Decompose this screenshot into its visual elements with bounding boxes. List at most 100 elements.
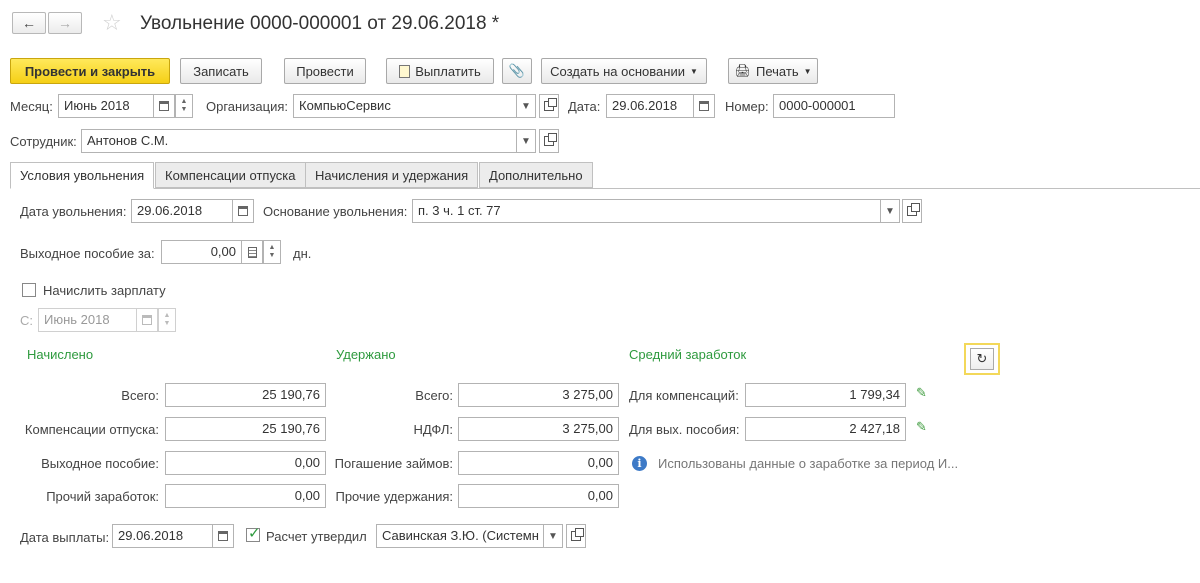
from-month-calendar-button[interactable]	[136, 308, 158, 332]
accrued-vacation-label: Компенсации отпуска:	[24, 422, 159, 437]
avg-severance-field[interactable]: 2 427,18	[745, 417, 906, 441]
withheld-total-field[interactable]: 3 275,00	[458, 383, 619, 407]
dismissal-date-calendar-button[interactable]	[232, 199, 254, 223]
accrued-vacation-field[interactable]: 25 190,76	[165, 417, 326, 441]
month-calendar-button[interactable]	[153, 94, 175, 118]
calculator-icon	[247, 246, 257, 258]
from-month-field[interactable]: Июнь 2018	[38, 308, 137, 332]
back-button[interactable]: ←	[12, 12, 46, 34]
create-based-on-button[interactable]: Создать на основании ▼	[541, 58, 707, 84]
dismissal-date-field[interactable]: 29.06.2018	[131, 199, 233, 223]
refresh-button[interactable]: ↻	[964, 343, 1000, 375]
print-button-label: Печать	[756, 63, 799, 79]
tab-accruals-deductions[interactable]: Начисления и удержания	[305, 162, 479, 188]
edit-pencil-icon[interactable]: ✎	[916, 419, 927, 435]
number-label: Номер:	[725, 99, 769, 114]
refresh-icon: ↻	[970, 348, 994, 370]
chevron-down-icon: ▼	[521, 100, 531, 112]
pay-date-label: Дата выплаты:	[20, 530, 110, 545]
reason-field[interactable]: п. 3 ч. 1 ст. 77	[412, 199, 881, 223]
approver-dropdown-button[interactable]: ▼	[543, 524, 563, 548]
withheld-loans-field[interactable]: 0,00	[458, 451, 619, 475]
tab-dismissal-conditions[interactable]: Условия увольнения	[10, 162, 155, 189]
withheld-ndfl-field[interactable]: 3 275,00	[458, 417, 619, 441]
pay-date-calendar-button[interactable]	[212, 524, 234, 548]
dropdown-arrow-icon: ▼	[689, 66, 698, 76]
accrued-total-label: Всего:	[121, 388, 159, 403]
severance-calculator-button[interactable]	[241, 240, 263, 264]
withheld-other-field[interactable]: 0,00	[458, 484, 619, 508]
page-title: Увольнение 0000-000001 от 29.06.2018 *	[140, 13, 500, 34]
forward-button[interactable]: →	[48, 12, 82, 34]
chevron-down-icon: ▼	[521, 135, 531, 147]
write-button[interactable]: Записать	[180, 58, 262, 84]
employee-dropdown-button[interactable]: ▼	[516, 129, 536, 153]
info-icon: i	[632, 456, 647, 471]
accrued-other-label: Прочий заработок:	[46, 489, 159, 504]
withheld-other-label: Прочие удержания:	[335, 489, 453, 504]
pay-button[interactable]: Выплатить	[386, 58, 494, 84]
employee-label: Сотрудник:	[10, 134, 77, 149]
dropdown-arrow-icon: ▼	[803, 66, 812, 76]
approver-open-button[interactable]	[566, 524, 586, 548]
print-button[interactable]: 🖨 Печать ▼	[728, 58, 818, 84]
severance-spinner[interactable]: ▲ ▼	[263, 240, 281, 264]
accrue-salary-checkbox[interactable]	[22, 283, 36, 297]
org-dropdown-button[interactable]: ▼	[516, 94, 536, 118]
arrow-right-icon: →	[58, 15, 72, 31]
calculation-approved-checkbox[interactable]: ✓	[246, 525, 261, 542]
accrued-severance-field[interactable]: 0,00	[165, 451, 326, 475]
month-label: Месяц:	[10, 99, 53, 114]
open-icon	[544, 133, 557, 146]
create-based-label: Создать на основании	[550, 63, 685, 79]
calendar-icon	[142, 315, 152, 325]
avg-compensation-field[interactable]: 1 799,34	[745, 383, 906, 407]
printer-icon: 🖨	[734, 63, 751, 78]
org-field[interactable]: КомпьюСервис	[293, 94, 517, 118]
document-icon	[399, 64, 411, 78]
paperclip-icon: 📎	[508, 63, 526, 78]
pay-date-field[interactable]: 29.06.2018	[112, 524, 213, 548]
post-button[interactable]: Провести	[284, 58, 366, 84]
arrow-left-icon: ←	[22, 15, 36, 31]
accrue-salary-label: Начислить зарплату	[43, 283, 166, 298]
tab-vacation-compensation[interactable]: Компенсации отпуска	[155, 162, 306, 188]
accrued-heading: Начислено	[27, 347, 94, 362]
date-field[interactable]: 29.06.2018	[606, 94, 694, 118]
calendar-icon	[699, 101, 709, 111]
from-month-spinner[interactable]: ▲ ▼	[158, 308, 176, 332]
tab-additional[interactable]: Дополнительно	[479, 162, 593, 188]
date-calendar-button[interactable]	[693, 94, 715, 118]
withheld-ndfl-label: НДФЛ:	[413, 422, 453, 437]
accrued-total-field[interactable]: 25 190,76	[165, 383, 326, 407]
calendar-icon	[159, 101, 169, 111]
org-label: Организация:	[206, 99, 289, 114]
approver-field[interactable]: Савинская З.Ю. (Системн	[376, 524, 544, 548]
favorite-star-icon[interactable]: ☆	[102, 10, 122, 36]
average-earnings-heading: Средний заработок	[629, 347, 747, 362]
earnings-period-link[interactable]: Использованы данные о заработке за перио…	[658, 456, 958, 471]
chevron-down-icon: ▼	[885, 205, 895, 217]
tab-divider	[10, 188, 1200, 189]
month-spinner[interactable]: ▲ ▼	[175, 94, 193, 118]
accrued-other-field[interactable]: 0,00	[165, 484, 326, 508]
severance-days-field[interactable]: 0,00	[161, 240, 242, 264]
edit-pencil-icon[interactable]: ✎	[916, 385, 927, 401]
post-and-close-button[interactable]: Провести и закрыть	[10, 58, 170, 84]
severance-label: Выходное пособие за:	[20, 246, 155, 261]
reason-open-button[interactable]	[902, 199, 922, 223]
withheld-heading: Удержано	[336, 347, 396, 362]
employee-open-button[interactable]	[539, 129, 559, 153]
reason-dropdown-button[interactable]: ▼	[880, 199, 900, 223]
dismissal-date-label: Дата увольнения:	[20, 204, 127, 219]
reason-label: Основание увольнения:	[263, 204, 408, 219]
open-icon	[571, 528, 584, 541]
employee-field[interactable]: Антонов С.М.	[81, 129, 517, 153]
open-icon	[544, 98, 557, 111]
date-label: Дата:	[568, 99, 601, 114]
org-open-button[interactable]	[539, 94, 559, 118]
attach-button[interactable]: 📎	[502, 58, 532, 84]
from-label: С:	[20, 313, 33, 328]
month-field[interactable]: Июнь 2018	[58, 94, 154, 118]
number-field[interactable]: 0000-000001	[773, 94, 895, 118]
